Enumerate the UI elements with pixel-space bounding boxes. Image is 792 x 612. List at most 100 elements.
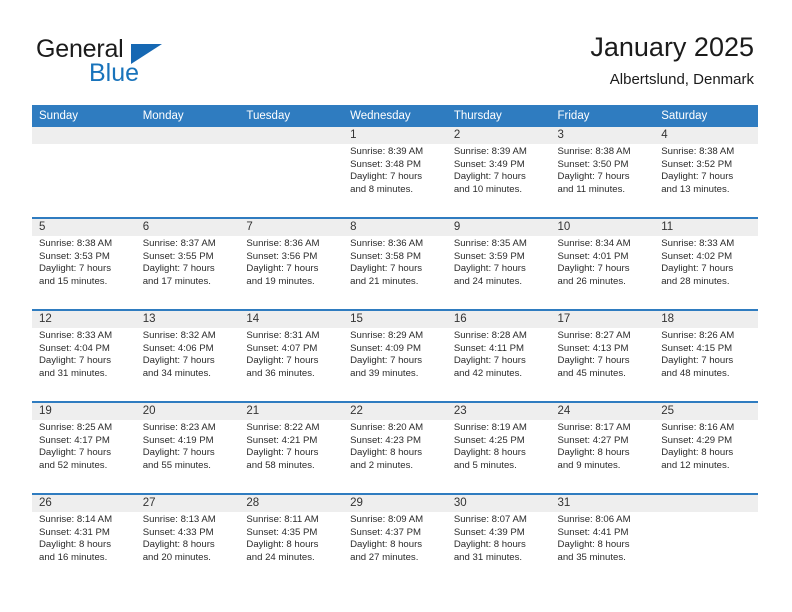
day-cell-inner: 19 Sunrise: 8:25 AM Sunset: 4:17 PM Dayligh… <box>32 403 136 493</box>
calendar-day-cell[interactable]: 15 Sunrise: 8:29 AM Sunset: 4:09 PM Dayligh… <box>343 309 447 402</box>
day-number: 7 <box>239 219 344 236</box>
sunrise-text: Sunrise: 8:16 AM <box>661 422 735 433</box>
calendar-week-row: 5 Sunrise: 8:38 AM Sunset: 3:53 PM Daylight… <box>32 217 758 310</box>
day-number: 23 <box>446 403 551 420</box>
calendar-day-cell[interactable]: 21 Sunrise: 8:22 AM Sunset: 4:21 PM Dayligh… <box>239 401 344 494</box>
day-sun-info: Sunrise: 8:27 AM Sunset: 4:13 PM Daylight:… <box>551 328 655 380</box>
calendar-day-cell[interactable]: 3 Sunrise: 8:38 AM Sunset: 3:50 PM Daylight… <box>550 127 655 218</box>
calendar-day-cell[interactable]: 17 Sunrise: 8:27 AM Sunset: 4:13 PM Dayligh… <box>550 309 655 402</box>
daylight-text-line1: Daylight: 7 hours <box>557 355 630 367</box>
day-sun-info: Sunrise: 8:36 AM Sunset: 3:58 PM Daylight:… <box>343 236 447 288</box>
daylight-text-line1: Daylight: 8 hours <box>557 539 630 551</box>
day-number: 27 <box>135 495 240 512</box>
daylight-text-line2: and 8 minutes. <box>350 183 414 195</box>
calendar-day-cell[interactable]: 11 Sunrise: 8:33 AM Sunset: 4:02 PM Dayligh… <box>654 217 758 310</box>
day-cell-inner: 2 Sunrise: 8:39 AM Sunset: 3:49 PM Daylight… <box>446 127 551 217</box>
calendar-day-cell[interactable]: 8 Sunrise: 8:36 AM Sunset: 3:58 PM Daylight… <box>343 217 447 310</box>
calendar-day-cell[interactable]: 5 Sunrise: 8:38 AM Sunset: 3:53 PM Daylight… <box>32 217 136 310</box>
day-cell-inner: 7 Sunrise: 8:36 AM Sunset: 3:56 PM Daylight… <box>239 219 344 309</box>
weekday-header-friday: Friday <box>550 105 655 127</box>
calendar-body: 1 Sunrise: 8:39 AM Sunset: 3:48 PM Daylight… <box>32 127 758 585</box>
day-cell-inner: 3 Sunrise: 8:38 AM Sunset: 3:50 PM Daylight… <box>550 127 655 217</box>
day-number: 28 <box>239 495 344 512</box>
calendar-day-cell[interactable]: 27 Sunrise: 8:13 AM Sunset: 4:33 PM Dayligh… <box>135 493 240 585</box>
calendar-day-cell[interactable]: 14 Sunrise: 8:31 AM Sunset: 4:07 PM Dayligh… <box>239 309 344 402</box>
day-sun-info: Sunrise: 8:38 AM Sunset: 3:52 PM Daylight:… <box>654 144 758 196</box>
daylight-text-line2: and 9 minutes. <box>557 459 621 471</box>
day-cell-inner: 1 Sunrise: 8:39 AM Sunset: 3:48 PM Daylight… <box>343 127 447 217</box>
daylight-text-line2: and 31 minutes. <box>39 367 108 379</box>
calendar-day-cell[interactable]: 26 Sunrise: 8:14 AM Sunset: 4:31 PM Dayligh… <box>32 493 136 585</box>
sunrise-text: Sunrise: 8:38 AM <box>39 238 113 249</box>
calendar-day-cell[interactable]: 30 Sunrise: 8:07 AM Sunset: 4:39 PM Dayligh… <box>446 493 551 585</box>
day-cell-inner: 5 Sunrise: 8:38 AM Sunset: 3:53 PM Daylight… <box>32 219 136 309</box>
calendar-day-cell-empty <box>239 127 344 218</box>
calendar-day-cell[interactable]: 25 Sunrise: 8:16 AM Sunset: 4:29 PM Dayligh… <box>654 401 758 494</box>
daylight-text-line1: Daylight: 8 hours <box>350 447 423 459</box>
day-cell-inner: 16 Sunrise: 8:28 AM Sunset: 4:11 PM Dayligh… <box>446 311 551 401</box>
calendar-day-cell[interactable]: 18 Sunrise: 8:26 AM Sunset: 4:15 PM Dayligh… <box>654 309 758 402</box>
daylight-text-line1: Daylight: 8 hours <box>661 447 734 459</box>
day-sun-info: Sunrise: 8:25 AM Sunset: 4:17 PM Daylight:… <box>32 420 136 472</box>
daylight-text-line2: and 39 minutes. <box>350 367 419 379</box>
calendar-day-cell[interactable]: 31 Sunrise: 8:06 AM Sunset: 4:41 PM Dayligh… <box>550 493 655 585</box>
daylight-text-line1: Daylight: 8 hours <box>453 447 526 459</box>
sunrise-text: Sunrise: 8:06 AM <box>557 514 631 525</box>
day-number: 19 <box>32 403 136 420</box>
day-sun-info: Sunrise: 8:35 AM Sunset: 3:59 PM Daylight:… <box>447 236 551 288</box>
sunset-text: Sunset: 3:58 PM <box>350 250 422 262</box>
daylight-text-line2: and 21 minutes. <box>350 275 419 287</box>
day-cell-inner: 11 Sunrise: 8:33 AM Sunset: 4:02 PM Dayligh… <box>654 219 758 309</box>
generalblue-logo[interactable]: General Blue <box>36 35 266 91</box>
calendar-day-cell[interactable]: 19 Sunrise: 8:25 AM Sunset: 4:17 PM Dayligh… <box>32 401 136 494</box>
calendar-day-cell[interactable]: 22 Sunrise: 8:20 AM Sunset: 4:23 PM Dayligh… <box>343 401 447 494</box>
daylight-text-line2: and 24 minutes. <box>453 275 523 287</box>
calendar-day-cell[interactable]: 29 Sunrise: 8:09 AM Sunset: 4:37 PM Dayligh… <box>343 493 447 585</box>
sunrise-text: Sunrise: 8:35 AM <box>453 238 527 249</box>
weekday-header-row: Sunday Monday Tuesday Wednesday Thursday… <box>32 105 758 127</box>
day-cell-inner <box>239 127 344 217</box>
sunset-text: Sunset: 4:17 PM <box>39 434 110 446</box>
sunrise-text: Sunrise: 8:26 AM <box>661 330 735 341</box>
calendar-day-cell[interactable]: 20 Sunrise: 8:23 AM Sunset: 4:19 PM Dayligh… <box>135 401 240 494</box>
sunrise-text: Sunrise: 8:14 AM <box>39 514 113 525</box>
day-number: 30 <box>446 495 551 512</box>
day-sun-info: Sunrise: 8:31 AM Sunset: 4:07 PM Daylight:… <box>239 328 343 380</box>
day-number: 20 <box>135 403 240 420</box>
calendar-day-cell[interactable]: 7 Sunrise: 8:36 AM Sunset: 3:56 PM Daylight… <box>239 217 344 310</box>
sunrise-text: Sunrise: 8:36 AM <box>246 238 320 249</box>
day-cell-inner <box>654 495 758 585</box>
day-number: 15 <box>343 311 447 328</box>
calendar-day-cell[interactable]: 10 Sunrise: 8:34 AM Sunset: 4:01 PM Dayligh… <box>550 217 655 310</box>
calendar-day-cell[interactable]: 23 Sunrise: 8:19 AM Sunset: 4:25 PM Dayligh… <box>446 401 551 494</box>
calendar-day-cell[interactable]: 12 Sunrise: 8:33 AM Sunset: 4:04 PM Dayligh… <box>32 309 136 402</box>
day-cell-inner: 15 Sunrise: 8:29 AM Sunset: 4:09 PM Dayligh… <box>343 311 447 401</box>
daylight-text-line1: Daylight: 8 hours <box>142 539 215 551</box>
calendar-day-cell[interactable]: 9 Sunrise: 8:35 AM Sunset: 3:59 PM Daylight… <box>446 217 551 310</box>
day-sun-info: Sunrise: 8:17 AM Sunset: 4:27 PM Daylight:… <box>551 420 655 472</box>
calendar-day-cell[interactable]: 4 Sunrise: 8:38 AM Sunset: 3:52 PM Daylight… <box>654 127 758 218</box>
calendar-day-cell[interactable]: 2 Sunrise: 8:39 AM Sunset: 3:49 PM Daylight… <box>446 127 551 218</box>
calendar-day-cell[interactable]: 28 Sunrise: 8:11 AM Sunset: 4:35 PM Dayligh… <box>239 493 344 585</box>
day-cell-inner: 20 Sunrise: 8:23 AM Sunset: 4:19 PM Dayligh… <box>135 403 240 493</box>
day-number: 5 <box>32 219 136 236</box>
sunrise-text: Sunrise: 8:32 AM <box>142 330 216 341</box>
day-number: 24 <box>550 403 655 420</box>
daylight-text-line1: Daylight: 7 hours <box>350 263 423 275</box>
calendar-day-cell[interactable]: 13 Sunrise: 8:32 AM Sunset: 4:06 PM Dayligh… <box>135 309 240 402</box>
day-number: 11 <box>654 219 758 236</box>
day-sun-info: Sunrise: 8:06 AM Sunset: 4:41 PM Daylight:… <box>551 512 655 564</box>
daylight-text-line2: and 27 minutes. <box>350 551 419 563</box>
daylight-text-line2: and 58 minutes. <box>246 459 315 471</box>
day-number: 26 <box>32 495 136 512</box>
daylight-text-line1: Daylight: 7 hours <box>661 171 734 183</box>
day-number: 22 <box>343 403 447 420</box>
calendar-day-cell[interactable]: 24 Sunrise: 8:17 AM Sunset: 4:27 PM Dayligh… <box>550 401 655 494</box>
calendar-day-cell[interactable]: 16 Sunrise: 8:28 AM Sunset: 4:11 PM Dayligh… <box>446 309 551 402</box>
day-cell-inner: 22 Sunrise: 8:20 AM Sunset: 4:23 PM Dayligh… <box>343 403 447 493</box>
weekday-header-thursday: Thursday <box>446 105 551 127</box>
daylight-text-line2: and 42 minutes. <box>453 367 523 379</box>
calendar-day-cell-empty <box>135 127 240 218</box>
calendar-day-cell[interactable]: 6 Sunrise: 8:37 AM Sunset: 3:55 PM Daylight… <box>135 217 240 310</box>
calendar-day-cell[interactable]: 1 Sunrise: 8:39 AM Sunset: 3:48 PM Daylight… <box>343 127 447 218</box>
